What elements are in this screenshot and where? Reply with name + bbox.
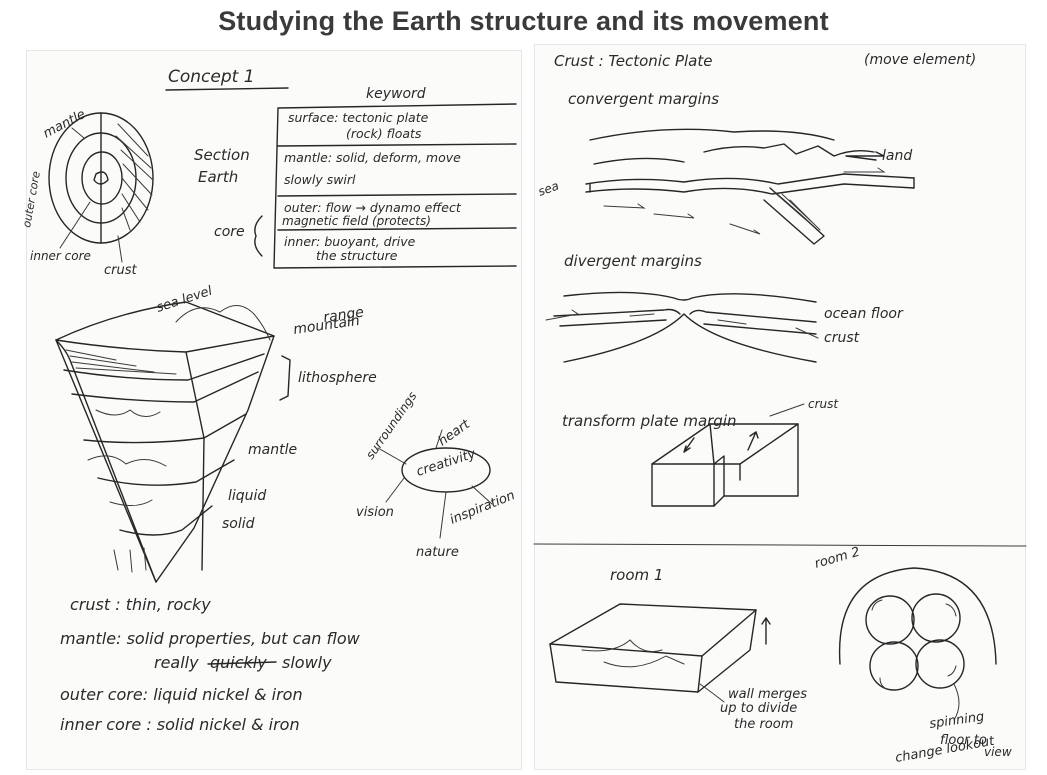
transform-crust: crust [808, 397, 839, 411]
label-mantle: mantle [41, 107, 88, 142]
room1-title: room 1 [610, 566, 663, 584]
concept-underline [165, 87, 289, 91]
note-inner-core: inner core : solid nickel & iron [60, 715, 300, 734]
keyword-surface-1: surface: tectonic plate [288, 110, 429, 125]
label-outer-core: outer core [20, 170, 43, 228]
lithosphere-brace [279, 355, 291, 401]
left-page-sketch: Concept 1 mantle outer core inner core c… [20, 67, 517, 734]
wedge-lithosphere: lithosphere [298, 370, 377, 386]
divergent-title: divergent margins [564, 252, 702, 270]
room1-note-2: up to divide [720, 701, 797, 716]
keyword-inner-1: inner: buoyant, drive [284, 234, 416, 249]
wedge-mantle: mantle [248, 442, 297, 458]
mindmap-vision: vision [356, 505, 394, 520]
mindmap-surroundings: surroundings [363, 389, 420, 461]
page-divider [533, 543, 1027, 547]
note-mantle-really: really [154, 653, 199, 672]
room1-note-1: wall merges [728, 687, 807, 702]
concept-label: Concept 1 [168, 67, 255, 87]
keyword-core-label: core [214, 224, 245, 240]
convergent-land: land [882, 148, 912, 164]
note-crust: crust : thin, rocky [70, 595, 211, 614]
mindmap-nature: nature [416, 545, 459, 560]
keyword-inner-2: the structure [316, 248, 398, 263]
divergent-diagram [545, 291, 817, 363]
left-notebook-page: Concept 1 mantle outer core inner core c… [20, 50, 522, 770]
right-notebook-page: Crust : Tectonic Plate (move element) co… [533, 44, 1027, 770]
room2-title: room 2 [813, 545, 862, 572]
divergent-ocean-floor: ocean floor [824, 306, 904, 322]
note-mantle-slowly: slowly [282, 653, 332, 672]
wedge-sea-level: sea level [155, 284, 215, 316]
label-crust: crust [104, 263, 138, 278]
creativity-mindmap [377, 429, 493, 539]
earth-label: Earth [198, 168, 238, 186]
mindmap-inspiration: inspiration [448, 488, 517, 528]
page-title: Studying the Earth structure and its mov… [218, 6, 829, 36]
divergent-crust: crust [824, 330, 860, 346]
keyword-outer-2: magnetic field (protects) [282, 214, 431, 228]
section-label: Section [194, 146, 250, 164]
room2-diagram [838, 567, 997, 721]
right-heading-note: (move element) [864, 52, 976, 68]
label-inner-core: inner core [30, 249, 91, 263]
keyword-mantle-1: mantle: solid, deform, move [284, 150, 461, 165]
right-heading: Crust : Tectonic Plate [554, 52, 712, 70]
keyword-header: keyword [366, 86, 426, 102]
convergent-sea: sea [536, 178, 561, 198]
wedge-liquid: liquid [228, 488, 266, 504]
keyword-outer-1: outer: flow → dynamo effect [284, 200, 462, 215]
room2-note-4: view [984, 745, 1012, 759]
wedge-solid: solid [222, 516, 255, 532]
convergent-title: convergent margins [568, 90, 719, 108]
room1-note-3: the room [734, 717, 793, 732]
core-brace [254, 215, 263, 257]
note-outer-core: outer core: liquid nickel & iron [60, 685, 303, 704]
keyword-surface-2: (rock) floats [346, 126, 422, 141]
room2-note-1: spinning [928, 709, 985, 732]
right-page-sketch: Crust : Tectonic Plate (move element) co… [533, 52, 1027, 766]
note-mantle-a: mantle: solid properties, but can flow [60, 629, 361, 648]
convergent-diagram [585, 128, 915, 245]
mindmap-heart: heart [436, 417, 474, 450]
keyword-mantle-2: slowly swirl [284, 172, 356, 187]
earth-wedge-diagram [55, 301, 275, 583]
